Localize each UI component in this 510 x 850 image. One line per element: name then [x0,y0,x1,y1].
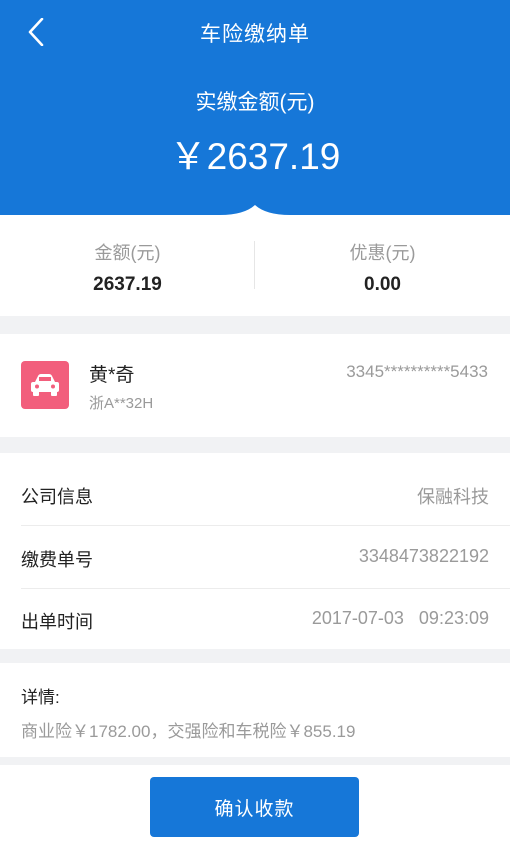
discount-column: 优惠(元) 0.00 [255,239,510,296]
bottom-bar: 确认收款 [0,765,510,850]
amount-value: 2637.19 [93,274,162,295]
info-row-company: 公司信息 保融科技 [21,463,510,526]
issue-time-value: 2017-07-03 09:23:09 [311,608,489,628]
info-row-issue-time: 出单时间 2017-07-03 09:23:09 [21,588,510,650]
details-text: 商业险￥1782.00，交强险和车税险￥855.19 [21,722,356,741]
paid-amount: ￥2637.19 [169,136,341,177]
info-row-order-number: 缴费单号 3348473822192 [21,526,510,589]
amount-label: 金额(元) [94,243,161,263]
car-icon [21,361,69,409]
discount-label: 优惠(元) [349,243,416,263]
license-plate: 浙A**32H [89,395,154,412]
issue-time-label: 出单时间 [21,612,93,632]
order-number-value: 3348473822192 [358,546,489,566]
person-name: 黄*奇 [89,365,135,386]
insured-person-card: 黄*奇 浙A**32H 3345**********5433 [0,334,510,437]
policy-info-list: 公司信息 保融科技 缴费单号 3348473822192 出单时间 2017-0… [0,453,510,649]
company-value: 保融科技 [417,487,489,507]
id-number: 3345**********5433 [346,362,488,381]
order-number-label: 缴费单号 [21,550,93,570]
company-label: 公司信息 [21,487,93,507]
header: 车险缴纳单 实缴金额(元) ￥2637.19 [0,0,510,219]
amount-summary: 金额(元) 2637.19 优惠(元) 0.00 [0,215,510,316]
page-title: 车险缴纳单 [200,23,310,46]
discount-value: 0.00 [364,274,401,295]
confirm-payment-button[interactable]: 确认收款 [150,777,359,837]
details-section: 详情: 商业险￥1782.00，交强险和车税险￥855.19 [0,663,510,757]
amount-column: 金额(元) 2637.19 [0,239,255,296]
details-title: 详情: [21,688,60,707]
paid-amount-label: 实缴金额(元) [195,91,315,114]
